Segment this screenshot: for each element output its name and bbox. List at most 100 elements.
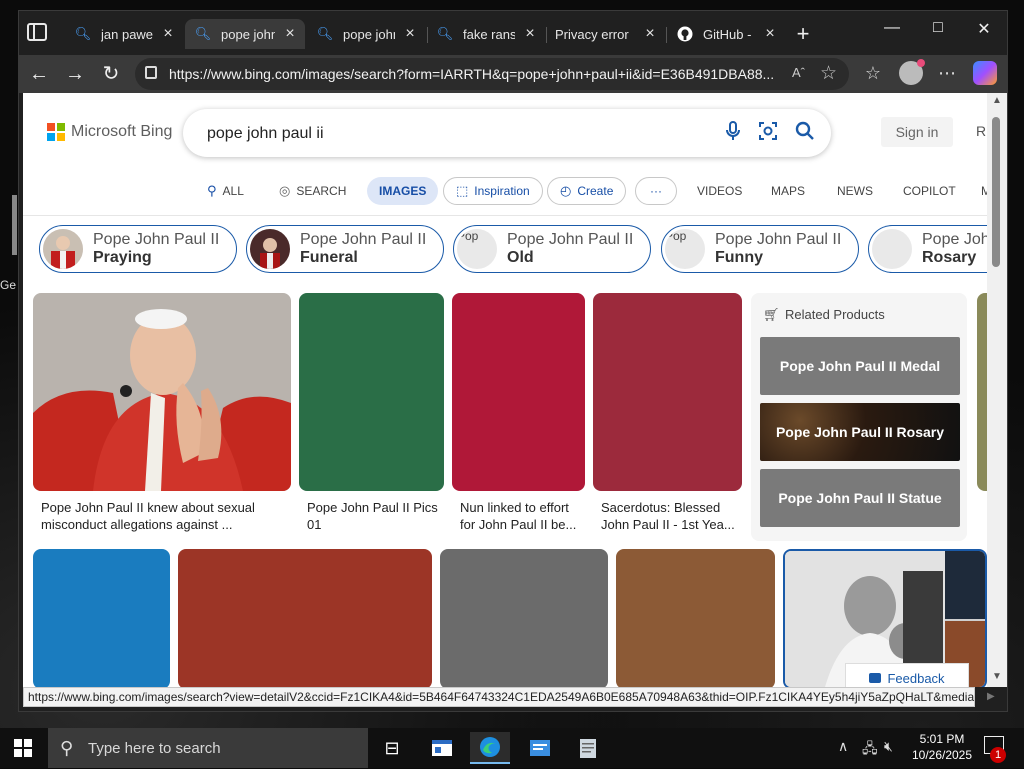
scope-inspiration[interactable]: ⬚ Inspiration [443,177,543,205]
show-hidden-icons-icon[interactable]: ∧ [838,738,848,755]
chip-sub-label: Old [507,249,534,266]
close-tab-icon[interactable]: × [283,25,297,43]
browser-window: 🔍︎ jan pawel II × 🔍︎ pope john p × 🔍︎ po… [18,10,1008,712]
result-image-placeholder[interactable] [616,549,775,687]
desktop-icon-label[interactable]: Ge [0,278,16,292]
visual-search-icon[interactable] [756,121,780,145]
image-result[interactable] [440,549,608,687]
result-image-placeholder[interactable] [593,293,742,491]
profile-avatar[interactable] [899,59,925,85]
network-icon[interactable]: 🖧︎ [862,738,878,762]
related-product-rosary[interactable]: Pope John Paul II Rosary [760,403,960,461]
tab-github[interactable]: GitHub - us × [667,19,785,49]
scroll-right-icon[interactable]: ▶ [987,691,1005,707]
file-manager-icon[interactable] [422,732,462,764]
lock-icon[interactable] [145,66,157,79]
tab-privacy-error[interactable]: Privacy error × [545,19,665,49]
feedback-button[interactable]: Feedback [845,663,969,687]
bing-logo[interactable]: Microsoft Bing [47,123,172,141]
search-input[interactable] [205,121,689,147]
result-caption[interactable]: Sacerdotus: Blessed John Paul II - 1st Y… [601,499,741,533]
close-tab-icon[interactable]: × [763,25,777,43]
result-image-placeholder[interactable] [299,293,444,491]
result-image-placeholder[interactable] [33,549,170,687]
back-icon[interactable]: ← [25,61,53,87]
tab-pope-john-active[interactable]: 🔍︎ pope john p × [185,19,305,49]
close-tab-icon[interactable]: × [403,25,417,43]
read-aloud-icon[interactable]: Aˆ [792,65,805,80]
scope-all[interactable]: ⚲ ALL [207,177,244,205]
address-input[interactable]: https://www.bing.com/images/search?form=… [135,58,849,90]
image-result[interactable]: Sacerdotus: Blessed John Paul II - 1st Y… [593,293,742,537]
related-product-statue[interactable]: Pope John Paul II Statue [760,469,960,527]
edge-browser-icon[interactable] [470,732,510,764]
result-image-placeholder[interactable] [440,549,608,687]
scope-maps[interactable]: MAPS [771,177,805,205]
image-result[interactable]: Pope John Paul II knew about sexual misc… [33,293,291,537]
close-tab-icon[interactable]: × [643,25,657,43]
refresh-icon[interactable]: ↻ [97,61,125,87]
microphone-icon[interactable] [721,121,745,145]
scope-search[interactable]: ◎ SEARCH [279,177,346,205]
scope-images[interactable]: IMAGES [367,177,439,205]
notepad-app-icon[interactable] [568,732,608,764]
image-result[interactable]: Pope John Paul II Pics 01 [299,293,444,537]
result-image-pope-praying[interactable] [33,293,291,491]
tab-pope-john[interactable]: 🔍︎ pope john p × [307,19,425,49]
search-icon[interactable] [793,121,817,145]
taskbar-clock[interactable]: 5:01 PM 10/26/2025 [906,731,978,763]
scroll-up-icon[interactable]: ▲ [992,95,1002,106]
tab-actions-icon[interactable] [27,23,47,41]
taskbar-search-placeholder: Type here to search [88,740,221,757]
scope-news[interactable]: NEWS [837,177,873,205]
more-menu-icon[interactable]: ⋯ [935,63,959,84]
scroll-down-icon[interactable]: ▼ [992,671,1002,682]
more-scopes-button[interactable]: ··· [635,177,677,205]
related-chip-old[interactable]: Pop Pope John Paul II Old [453,225,651,273]
bing-search-icon: 🔍︎ [316,26,334,41]
minimize-icon[interactable]: — [877,19,907,37]
close-tab-icon[interactable]: × [523,25,537,43]
related-chip-funeral[interactable]: Pope John Paul II Funeral [246,225,444,273]
image-result[interactable] [33,549,170,687]
result-caption[interactable]: Nun linked to effort for John Paul II be… [460,499,585,533]
related-chip-praying[interactable]: Pope John Paul II Praying [39,225,237,273]
forward-icon[interactable]: → [61,61,89,87]
tab-jan-pawel[interactable]: 🔍︎ jan pawel II × [65,19,183,49]
related-products-panel: 🛒︎ Related Products Pope John Paul II Me… [751,293,967,541]
taskbar-search[interactable]: ⚲ Type here to search [48,728,368,768]
volume-muted-icon[interactable]: 🔇︎ [884,738,893,755]
related-chip-rosary[interactable]: Pope John Rosary [868,225,987,273]
image-result[interactable]: Nun linked to effort for John Paul II be… [452,293,585,537]
close-window-icon[interactable]: ✕ [969,19,999,39]
task-view-icon[interactable]: ⊟ [372,732,412,764]
clock-date: 10/26/2025 [911,748,973,762]
vertical-scrollbar[interactable]: ▲ ▼ [987,93,1007,687]
result-image-partial[interactable] [977,293,987,491]
image-result[interactable] [178,549,432,687]
maximize-icon[interactable]: □ [923,19,953,37]
result-caption[interactable]: Pope John Paul II knew about sexual misc… [41,499,281,533]
scope-videos[interactable]: VIDEOS [697,177,742,205]
favorite-star-icon[interactable]: ☆ [820,62,837,85]
scope-copilot[interactable]: COPILOT [903,177,956,205]
scrollbar-thumb[interactable] [992,117,1000,267]
tab-fake-ransom[interactable]: 🔍︎ fake ransom × [427,19,545,49]
copilot-icon[interactable] [973,61,997,85]
new-tab-icon[interactable]: + [791,21,815,47]
sign-in-button[interactable]: Sign in [881,117,953,147]
windows-start-icon[interactable] [14,739,32,757]
image-result[interactable] [616,549,775,687]
taskbar: ⚲ Type here to search ⊟ ∧ 🖧︎ 🔇︎ 5:01 PM … [0,728,1024,768]
scope-create[interactable]: ◴ Create [547,177,627,205]
result-image-placeholder[interactable] [178,549,432,687]
related-chip-funny[interactable]: Pop Pope John Paul II Funny [661,225,859,273]
close-tab-icon[interactable]: × [161,25,175,43]
rewards-fragment[interactable]: R [976,123,986,139]
result-caption[interactable]: Pope John Paul II Pics 01 [307,499,442,533]
related-product-medal[interactable]: Pope John Paul II Medal [760,337,960,395]
broken-image-alt: Pop [665,229,687,243]
result-image-placeholder[interactable] [452,293,585,491]
favorites-icon[interactable]: ☆ [861,63,885,84]
app-icon[interactable] [520,732,560,764]
